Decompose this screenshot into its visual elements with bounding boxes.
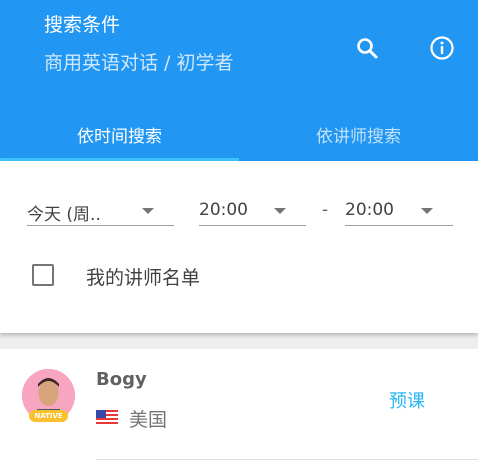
filter-panel: 今天 (周.. 20:00 - 20:00 我的讲师名单 <box>0 161 478 333</box>
book-lesson-button[interactable]: 预课 <box>389 387 425 413</box>
day-select[interactable]: 今天 (周.. <box>27 198 174 226</box>
page-subtitle: 商用英语对话 / 初学者 <box>44 52 234 74</box>
us-flag-icon <box>96 410 118 425</box>
time-range-separator: - <box>322 200 329 220</box>
tab-bar: 依时间搜索 依讲师搜索 <box>0 108 478 161</box>
search-button[interactable] <box>351 32 383 64</box>
teacher-list-item[interactable]: NATIVE Bogy 美国 预课 <box>0 349 478 463</box>
teacher-name: Bogy <box>96 369 147 390</box>
page-title: 搜索条件 <box>44 14 121 36</box>
chevron-down-icon <box>274 208 286 214</box>
tab-search-by-teacher[interactable]: 依讲师搜索 <box>239 108 478 161</box>
my-teachers-label[interactable]: 我的讲师名单 <box>86 263 200 290</box>
chevron-down-icon <box>421 208 433 214</box>
teacher-country: 美国 <box>129 409 168 431</box>
time-from-select[interactable]: 20:00 <box>199 198 306 226</box>
time-to-select[interactable]: 20:00 <box>345 198 453 226</box>
native-badge: NATIVE <box>29 410 68 422</box>
info-icon <box>430 36 454 60</box>
chevron-down-icon <box>142 208 154 214</box>
my-teachers-checkbox[interactable] <box>32 264 54 286</box>
day-select-value: 今天 (周.. <box>27 205 101 225</box>
tab-search-by-time[interactable]: 依时间搜索 <box>0 108 239 161</box>
app-bar: 搜索条件 商用英语对话 / 初学者 依时间搜索 依讲师搜索 <box>0 0 478 161</box>
search-icon <box>357 38 378 59</box>
divider <box>96 459 478 460</box>
time-from-value: 20:00 <box>199 200 248 220</box>
info-button[interactable] <box>426 32 458 64</box>
time-to-value: 20:00 <box>345 200 394 220</box>
